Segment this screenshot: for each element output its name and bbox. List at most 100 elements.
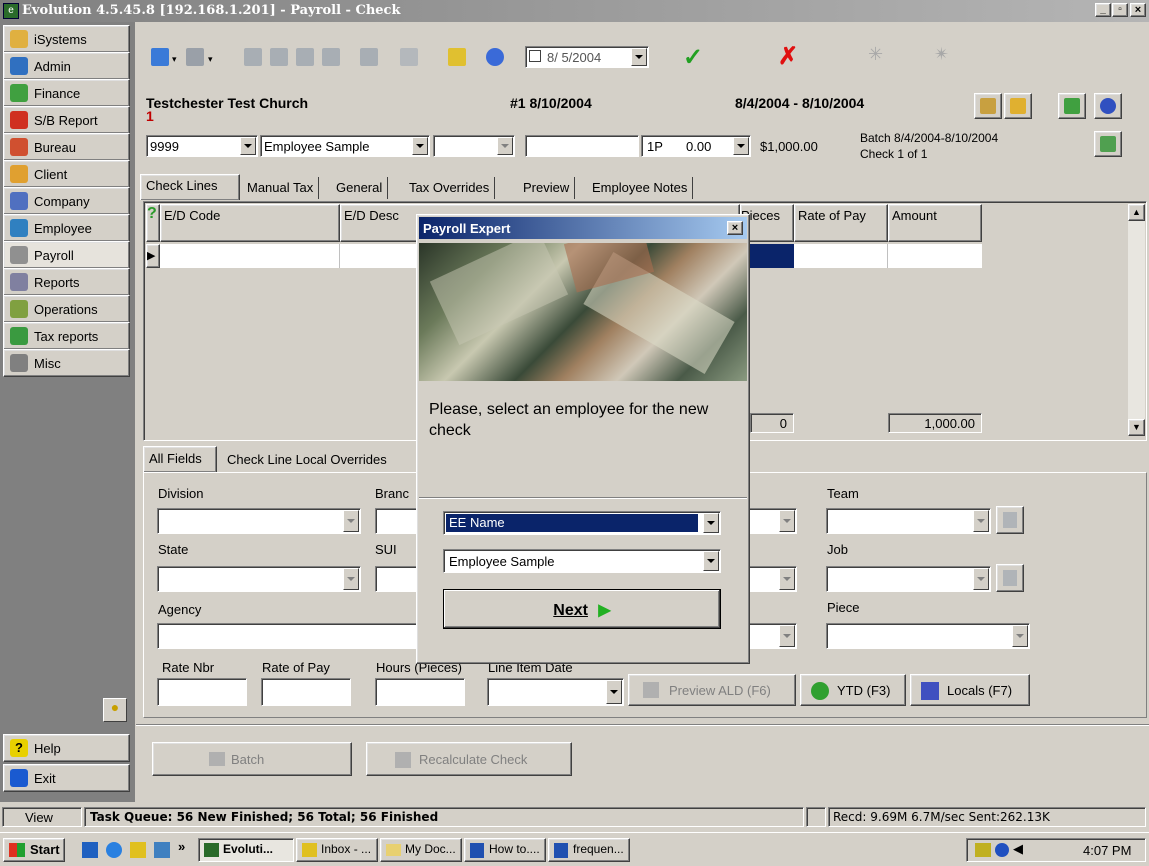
division-combo[interactable] <box>157 508 361 534</box>
nav-last-icon[interactable] <box>322 48 340 66</box>
sidebar-item-reports[interactable]: Reports <box>3 268 130 296</box>
shift-combo[interactable] <box>745 623 797 649</box>
shift-dropdown-icon[interactable] <box>779 625 795 647</box>
cell-amount[interactable] <box>888 244 982 268</box>
sidebar-item-payroll[interactable]: Payroll <box>3 241 130 269</box>
tab-preview[interactable]: Preview <box>518 177 576 199</box>
workers-comp-combo[interactable] <box>745 566 797 592</box>
recalculate-check-button[interactable]: Recalculate Check <box>366 742 572 776</box>
volume-icon[interactable]: ◀ <box>1013 841 1023 857</box>
import-dropdown-icon[interactable]: ▾ <box>208 54 213 65</box>
tab-check-line-local-overrides[interactable]: Check Line Local Overrides <box>222 449 392 470</box>
employee-combo[interactable]: Employee Sample <box>443 549 721 573</box>
piece-dropdown-icon[interactable] <box>1012 625 1028 647</box>
next-button[interactable]: Next ▶ <box>443 589 721 629</box>
state-dropdown-icon[interactable] <box>343 568 359 590</box>
rate-of-pay-input[interactable] <box>261 678 351 706</box>
column-rate-of-pay[interactable]: Rate of Pay <box>794 204 888 242</box>
tree-button[interactable] <box>1058 93 1086 119</box>
antivirus-icon[interactable] <box>995 843 1009 857</box>
minimize-button[interactable]: _ <box>1095 3 1111 17</box>
quick-launch-app-icon[interactable] <box>154 842 170 858</box>
restore-button[interactable]: ▫ <box>1112 3 1128 17</box>
filter-clear-icon[interactable] <box>400 48 418 66</box>
sidebar-item-exit[interactable]: Exit <box>3 764 130 792</box>
check-type-field[interactable] <box>525 135 639 157</box>
start-button[interactable]: Start <box>3 838 65 862</box>
nav-prev-icon[interactable] <box>270 48 288 66</box>
sidebar-item-bureau[interactable]: Bureau <box>3 133 130 161</box>
sidebar-item-isystems[interactable]: iSystems <box>3 25 130 53</box>
department-combo[interactable] <box>745 508 797 534</box>
preview-ald-button[interactable]: Preview ALD (F6) <box>628 674 796 706</box>
add-record-icon[interactable] <box>151 48 169 66</box>
state-combo[interactable] <box>157 566 361 592</box>
cancel-icon[interactable]: ✗ <box>778 42 798 71</box>
ee-code-dropdown-icon[interactable] <box>240 137 256 155</box>
grid-scrollbar[interactable]: ▲ ▼ <box>1128 204 1145 436</box>
ee-extra-combo[interactable] <box>433 135 515 157</box>
taskbar-item-frequent[interactable]: frequen... <box>548 838 630 862</box>
import-icon[interactable] <box>186 48 204 66</box>
date-checkbox[interactable] <box>529 50 541 62</box>
division-dropdown-icon[interactable] <box>343 510 359 532</box>
rate-nbr-input[interactable] <box>157 678 247 706</box>
rate-combo[interactable]: 1P 0.00 <box>641 135 751 157</box>
calculator-button[interactable] <box>1094 131 1122 157</box>
team-dropdown-icon[interactable] <box>973 510 989 532</box>
scroll-up-icon[interactable]: ▲ <box>1128 204 1145 221</box>
line-item-date-dropdown-icon[interactable] <box>606 680 622 704</box>
ee-extra-dropdown-icon[interactable] <box>497 137 513 155</box>
sui-combo[interactable] <box>375 566 420 592</box>
ee-name-dropdown-icon[interactable] <box>412 137 428 155</box>
quick-launch-more-icon[interactable]: » <box>178 839 185 854</box>
tab-manual-tax[interactable]: Manual Tax <box>242 177 320 199</box>
quick-launch-outlook-icon[interactable] <box>130 842 146 858</box>
tab-general[interactable]: General <box>331 177 389 199</box>
tab-check-lines[interactable]: Check Lines <box>140 174 240 200</box>
filter-icon[interactable] <box>360 48 378 66</box>
org-chart-button[interactable] <box>974 93 1002 119</box>
ee-name-combo[interactable]: Employee Sample <box>260 135 430 157</box>
nav-first-icon[interactable] <box>244 48 262 66</box>
rate-dropdown-icon[interactable] <box>733 137 749 155</box>
employee-dropdown-icon[interactable] <box>703 551 719 571</box>
column-ed-code[interactable]: E/D Code <box>160 204 340 242</box>
sidebar-item-s-b-report[interactable]: S/B Report <box>3 106 130 134</box>
dialog-close-button[interactable]: × <box>727 221 743 235</box>
add-dropdown-icon[interactable]: ▾ <box>172 54 177 65</box>
date-picker[interactable]: 8/ 5/2004 <box>525 46 649 68</box>
team-combo[interactable] <box>826 508 991 534</box>
taskbar-item-how-to[interactable]: How to.... <box>464 838 546 862</box>
tab-tax-overrides[interactable]: Tax Overrides <box>404 177 496 199</box>
team-lookup-button[interactable] <box>996 506 1024 534</box>
taskbar-item-my-documents[interactable]: My Doc... <box>380 838 462 862</box>
ytd-button[interactable]: YTD (F3) <box>800 674 906 706</box>
date-dropdown-icon[interactable] <box>631 48 647 66</box>
tab-employee-notes[interactable]: Employee Notes <box>587 177 694 199</box>
scroll-down-icon[interactable]: ▼ <box>1128 419 1145 436</box>
sidebar-item-finance[interactable]: Finance <box>3 79 130 107</box>
lookup-field-dropdown-icon[interactable] <box>703 513 719 533</box>
nav-next-icon[interactable] <box>296 48 314 66</box>
taskbar-item-inbox[interactable]: Inbox - ... <box>296 838 378 862</box>
sidebar-item-company[interactable]: Company <box>3 187 130 215</box>
refresh-icon[interactable] <box>486 48 504 66</box>
column-amount[interactable]: Amount <box>888 204 982 242</box>
quick-launch-desktop-icon[interactable] <box>82 842 98 858</box>
job-lookup-button[interactable] <box>996 564 1024 592</box>
ee-code-combo[interactable]: 9999 <box>146 135 258 157</box>
workers-comp-dropdown-icon[interactable] <box>779 568 795 590</box>
sidebar-item-admin[interactable]: Admin <box>3 52 130 80</box>
network-icon[interactable] <box>975 843 991 857</box>
branch-combo[interactable] <box>375 508 420 534</box>
hint-bulb-icon[interactable]: ● <box>103 698 127 722</box>
batch-button[interactable]: Batch <box>152 742 352 776</box>
piece-combo[interactable] <box>826 623 1030 649</box>
sidebar-item-operations[interactable]: Operations <box>3 295 130 323</box>
post-icon[interactable] <box>448 48 466 66</box>
job-combo[interactable] <box>826 566 991 592</box>
quick-launch-ie-icon[interactable] <box>106 842 122 858</box>
locals-button[interactable]: Locals (F7) <box>910 674 1030 706</box>
sidebar-item-tax-reports[interactable]: Tax reports <box>3 322 130 350</box>
